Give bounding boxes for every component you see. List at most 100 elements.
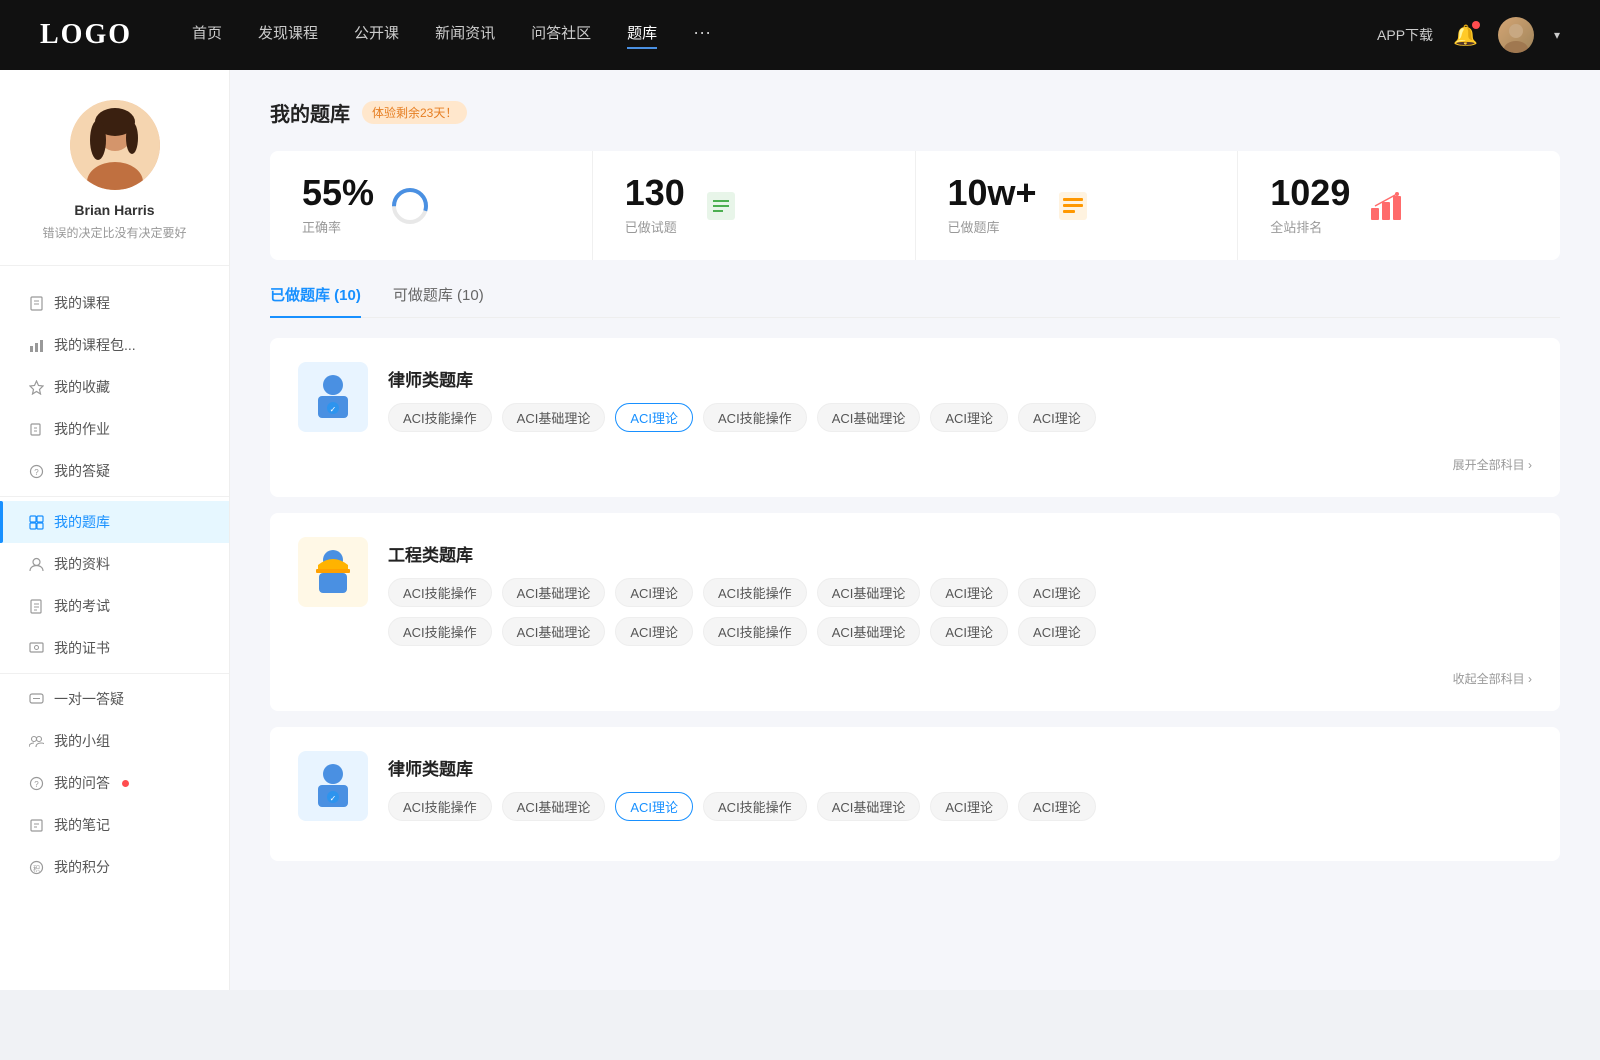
app-download-link[interactable]: APP下载 — [1377, 25, 1433, 45]
tab-done-banks[interactable]: 已做题库 (10) — [270, 284, 361, 317]
avatar-chevron-icon[interactable]: ▾ — [1554, 28, 1560, 42]
navbar-nav: 首页 发现课程 公开课 新闻资讯 问答社区 题库 ··· — [192, 22, 1377, 49]
sidebar-item-notes-label: 我的笔记 — [54, 815, 110, 835]
sidebar-item-qa-label: 我的答疑 — [54, 461, 110, 481]
tag-2-4[interactable]: ACI技能操作 — [703, 578, 807, 607]
sidebar-divider-1 — [0, 496, 229, 497]
engineer-icon-svg — [308, 545, 358, 600]
sidebar-item-one-on-one-label: 一对一答疑 — [54, 689, 124, 709]
stat-label-r: 全站排名 — [1270, 217, 1350, 236]
tab-available-banks[interactable]: 可做题库 (10) — [393, 284, 484, 317]
sidebar-item-one-on-one[interactable]: 一对一答疑 — [0, 678, 229, 720]
navbar-logo[interactable]: LOGO — [40, 19, 132, 51]
stats-row: 55% 正确率 130 已做试题 — [270, 151, 1560, 260]
doc-icon — [28, 598, 44, 614]
sidebar-menu: 我的课程 我的课程包... 我的收藏 我的作业 — [0, 266, 229, 904]
nav-news[interactable]: 新闻资讯 — [435, 22, 495, 49]
tag-2-13[interactable]: ACI理论 — [930, 617, 1008, 646]
stat-value-r: 1029 — [1270, 175, 1350, 211]
sidebar-item-homework[interactable]: 我的作业 — [0, 408, 229, 450]
chat-icon — [28, 691, 44, 707]
sidebar-divider-2 — [0, 673, 229, 674]
tag-2-3[interactable]: ACI理论 — [615, 578, 693, 607]
collapse-btn-2[interactable]: 收起全部科目 › — [298, 662, 1532, 687]
page-title: 我的题库 — [270, 98, 350, 127]
tag-2-14[interactable]: ACI理论 — [1018, 617, 1096, 646]
rank-icon-svg — [1368, 188, 1404, 224]
main-content: 我的题库 体验剩余23天！ 55% 正确率 — [230, 70, 1600, 990]
tag-2-11[interactable]: ACI技能操作 — [703, 617, 807, 646]
tabs-row: 已做题库 (10) 可做题库 (10) — [270, 284, 1560, 318]
sidebar-item-notes[interactable]: 我的笔记 — [0, 804, 229, 846]
sidebar-item-question-bank[interactable]: 我的题库 — [0, 501, 229, 543]
tag-1-7[interactable]: ACI理论 — [1018, 403, 1096, 432]
tag-3-7[interactable]: ACI理论 — [1018, 792, 1096, 821]
nav-question-bank[interactable]: 题库 — [627, 22, 657, 49]
sidebar-item-exams-label: 我的考试 — [54, 596, 110, 616]
bank-card-content-3: 律师类题库 ACI技能操作 ACI基础理论 ACI理论 ACI技能操作 ACI基… — [388, 751, 1532, 821]
tags-row-3: ACI技能操作 ACI基础理论 ACI理论 ACI技能操作 ACI基础理论 AC… — [388, 792, 1532, 821]
navbar-right: APP下载 🔔 ▾ — [1377, 17, 1560, 53]
stat-value-rate: 55% — [302, 175, 374, 211]
tag-3-3[interactable]: ACI理论 — [615, 792, 693, 821]
page-layout: Brian Harris 错误的决定比没有决定要好 我的课程 我的课程包... — [0, 70, 1600, 990]
nav-qa[interactable]: 问答社区 — [531, 22, 591, 49]
avatar-image — [1498, 17, 1534, 53]
stat-label-rate: 正确率 — [302, 217, 374, 236]
profile-avatar-svg — [70, 100, 160, 190]
bank-icon — [1053, 186, 1093, 226]
tag-3-5[interactable]: ACI基础理论 — [817, 792, 921, 821]
avatar-svg — [1498, 17, 1534, 53]
tags-row-2b: ACI技能操作 ACI基础理论 ACI理论 ACI技能操作 ACI基础理论 AC… — [388, 617, 1532, 646]
tags-row-2a: ACI技能操作 ACI基础理论 ACI理论 ACI技能操作 ACI基础理论 AC… — [388, 578, 1532, 607]
tag-1-2[interactable]: ACI基础理论 — [502, 403, 606, 432]
list-check-icon — [701, 186, 741, 226]
tag-2-8[interactable]: ACI技能操作 — [388, 617, 492, 646]
tag-2-12[interactable]: ACI基础理论 — [817, 617, 921, 646]
svg-text:?: ? — [34, 780, 39, 789]
tag-1-6[interactable]: ACI理论 — [930, 403, 1008, 432]
tag-2-10[interactable]: ACI理论 — [615, 617, 693, 646]
tag-2-1[interactable]: ACI技能操作 — [388, 578, 492, 607]
sidebar-item-points[interactable]: 积 我的积分 — [0, 846, 229, 888]
tag-1-1[interactable]: ACI技能操作 — [388, 403, 492, 432]
sidebar-item-my-qa[interactable]: ? 我的问答 — [0, 762, 229, 804]
bank-card-content-1: 律师类题库 ACI技能操作 ACI基础理论 ACI理论 ACI技能操作 ACI基… — [388, 362, 1532, 432]
sidebar-item-profile[interactable]: 我的资料 — [0, 543, 229, 585]
stat-label-q: 已做试题 — [625, 217, 685, 236]
nav-more[interactable]: ··· — [693, 22, 711, 49]
star-icon — [28, 379, 44, 395]
bank-card-header-1: ✓ 律师类题库 ACI技能操作 ACI基础理论 ACI理论 ACI技能操作 AC… — [298, 362, 1532, 432]
sidebar-item-certificate[interactable]: 我的证书 — [0, 627, 229, 669]
bank-card-engineer: 工程类题库 ACI技能操作 ACI基础理论 ACI理论 ACI技能操作 ACI基… — [270, 513, 1560, 711]
tag-3-4[interactable]: ACI技能操作 — [703, 792, 807, 821]
score-icon: 积 — [28, 859, 44, 875]
tag-1-3[interactable]: ACI理论 — [615, 403, 693, 432]
sidebar-item-qa-my[interactable]: ? 我的答疑 — [0, 450, 229, 492]
tag-2-7[interactable]: ACI理论 — [1018, 578, 1096, 607]
tag-3-6[interactable]: ACI理论 — [930, 792, 1008, 821]
tag-1-5[interactable]: ACI基础理论 — [817, 403, 921, 432]
tag-1-4[interactable]: ACI技能操作 — [703, 403, 807, 432]
nav-open-course[interactable]: 公开课 — [354, 22, 399, 49]
pie-chart-icon — [390, 186, 430, 226]
user-avatar-nav[interactable] — [1498, 17, 1534, 53]
nav-discover[interactable]: 发现课程 — [258, 22, 318, 49]
grid-icon — [28, 514, 44, 530]
tag-3-1[interactable]: ACI技能操作 — [388, 792, 492, 821]
expand-btn-1[interactable]: 展开全部科目 › — [298, 448, 1532, 473]
sidebar-item-favorites[interactable]: 我的收藏 — [0, 366, 229, 408]
tag-2-6[interactable]: ACI理论 — [930, 578, 1008, 607]
nav-home[interactable]: 首页 — [192, 22, 222, 49]
sidebar-item-course-packages[interactable]: 我的课程包... — [0, 324, 229, 366]
sidebar-item-exams[interactable]: 我的考试 — [0, 585, 229, 627]
tag-2-2[interactable]: ACI基础理论 — [502, 578, 606, 607]
sidebar-avatar — [70, 100, 160, 190]
tag-3-2[interactable]: ACI基础理论 — [502, 792, 606, 821]
tag-2-5[interactable]: ACI基础理论 — [817, 578, 921, 607]
sidebar-item-courses[interactable]: 我的课程 — [0, 282, 229, 324]
sidebar-item-courses-label: 我的课程 — [54, 293, 110, 313]
sidebar-item-group[interactable]: 我的小组 — [0, 720, 229, 762]
tag-2-9[interactable]: ACI基础理论 — [502, 617, 606, 646]
notification-bell[interactable]: 🔔 — [1453, 23, 1478, 48]
